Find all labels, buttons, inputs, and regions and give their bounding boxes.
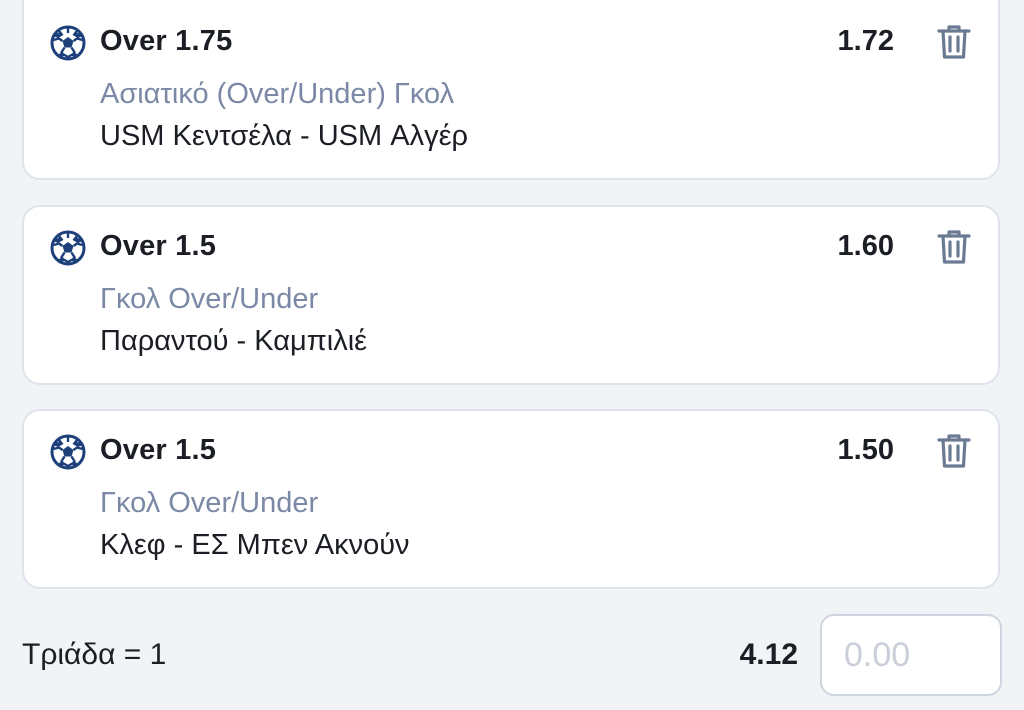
- trash-icon[interactable]: [934, 431, 974, 471]
- bet-card: Over 1.5 1.60 Γκολ Over/Under Παραντού -…: [22, 205, 1000, 385]
- bet-odds: 1.50: [837, 434, 894, 466]
- trash-icon[interactable]: [934, 22, 974, 62]
- bet-market: Γκολ Over/Under: [100, 487, 319, 519]
- bet-selection: Over 1.75: [100, 25, 233, 57]
- total-odds: 4.12: [739, 638, 798, 671]
- combo-label: Τριάδα = 1: [22, 638, 167, 671]
- bet-card: Over 1.5 1.50 Γκολ Over/Under Κλεφ - ΕΣ …: [22, 409, 1000, 589]
- bet-selection: Over 1.5: [100, 230, 217, 262]
- bet-match: Παραντού - Καμπιλιέ: [100, 325, 368, 357]
- stake-input[interactable]: [820, 614, 1002, 696]
- bet-selection: Over 1.5: [100, 434, 217, 466]
- soccer-ball-icon: [50, 230, 86, 266]
- soccer-ball-icon: [50, 434, 86, 470]
- bet-card: Over 1.75 1.72 Ασιατικό (Over/Under) Γκο…: [22, 0, 1000, 180]
- trash-icon[interactable]: [934, 227, 974, 267]
- bet-odds: 1.60: [837, 230, 894, 262]
- betslip: Over 1.75 1.72 Ασιατικό (Over/Under) Γκο…: [0, 0, 1024, 710]
- bet-match: USM Κεντσέλα - USM Αλγέρ: [100, 120, 469, 152]
- soccer-ball-icon: [50, 25, 86, 61]
- bet-market: Ασιατικό (Over/Under) Γκολ: [100, 78, 455, 110]
- bet-odds: 1.72: [837, 25, 894, 57]
- bet-market: Γκολ Over/Under: [100, 283, 319, 315]
- bet-match: Κλεφ - ΕΣ Μπεν Ακνούν: [100, 529, 410, 561]
